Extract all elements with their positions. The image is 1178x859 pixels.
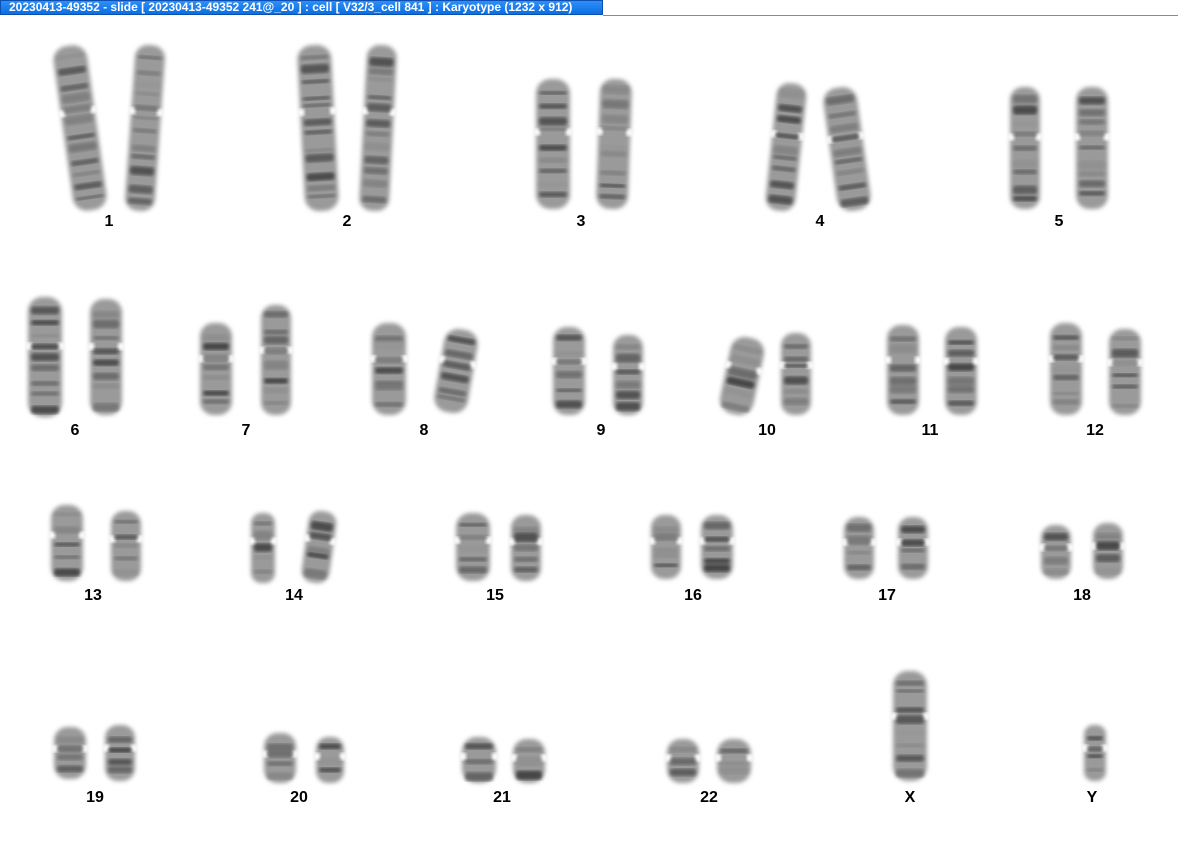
chromosome-label-2: 2 <box>342 213 352 230</box>
window-title: 20230413-49352 - slide [ 20230413-49352 … <box>9 0 573 14</box>
chromosome-4-homolog-1 <box>765 83 807 211</box>
chromosome-8-homolog-1 <box>370 323 408 415</box>
chromosome-5-homolog-2 <box>1074 87 1110 209</box>
chromosome-X-homolog-1 <box>891 671 929 781</box>
chromosome-17-homolog-1 <box>842 517 876 579</box>
chromosome-label-14: 14 <box>285 587 303 604</box>
chromosome-label-7: 7 <box>241 422 251 439</box>
chromosome-19-homolog-2 <box>103 725 137 781</box>
chromosome-20-homolog-2 <box>314 737 346 783</box>
chromosome-label-18: 18 <box>1073 587 1091 604</box>
chromosome-19-homolog-1 <box>52 727 88 779</box>
chromosome-14-homolog-1 <box>249 513 277 583</box>
chromosome-16-homolog-1 <box>649 515 683 579</box>
chromosome-10-homolog-2 <box>779 333 813 415</box>
chromosome-8-homolog-2 <box>434 328 478 414</box>
chromosome-3-homolog-1 <box>534 79 572 209</box>
chromosome-20-homolog-1 <box>262 733 298 783</box>
chromosome-13-homolog-1 <box>49 505 85 581</box>
chromosome-label-4: 4 <box>815 213 825 230</box>
window-title-bar[interactable]: 20230413-49352 - slide [ 20230413-49352 … <box>0 0 603 15</box>
chromosome-5-homolog-1 <box>1008 87 1042 209</box>
chromosome-2-homolog-1 <box>297 44 339 212</box>
chromosome-18-homolog-2 <box>1091 523 1125 579</box>
title-divider <box>603 15 1178 16</box>
chromosome-11-homolog-1 <box>885 325 921 415</box>
chromosome-22-homolog-1 <box>665 739 701 783</box>
chromosome-17-homolog-2 <box>896 517 930 579</box>
chromosome-3-homolog-2 <box>596 78 633 210</box>
chromosome-label-10: 10 <box>758 422 776 439</box>
chromosome-label-19: 19 <box>86 789 104 806</box>
chromosome-16-homolog-2 <box>699 515 735 579</box>
chromosome-11-homolog-2 <box>943 327 979 415</box>
chromosome-21-homolog-2 <box>511 739 547 783</box>
chromosome-6-homolog-1 <box>26 297 64 417</box>
karyotype-panel: 1 2 3 4 5 6 7 8 9 10 11 12 13 14 15 16 1… <box>0 17 1178 854</box>
chromosome-label-X: X <box>904 789 916 806</box>
chromosome-label-20: 20 <box>290 789 308 806</box>
chromosome-10-homolog-1 <box>719 336 765 416</box>
chromosome-7-homolog-1 <box>198 323 234 415</box>
chromosome-9-homolog-1 <box>551 327 587 415</box>
chromosome-label-1: 1 <box>104 213 114 230</box>
chromosome-9-homolog-2 <box>611 335 645 415</box>
chromosome-label-3: 3 <box>576 213 586 230</box>
chromosome-4-homolog-2 <box>823 87 871 211</box>
chromosome-22-homolog-2 <box>715 739 753 783</box>
chromosome-1-homolog-2 <box>125 45 165 211</box>
chromosome-6-homolog-2 <box>88 299 124 415</box>
chromosome-label-5: 5 <box>1054 213 1064 230</box>
chromosome-15-homolog-2 <box>509 515 543 581</box>
chromosome-label-21: 21 <box>493 789 511 806</box>
chromosome-2-homolog-2 <box>359 44 397 212</box>
chromosome-label-16: 16 <box>684 587 702 604</box>
chromosome-label-11: 11 <box>921 422 939 439</box>
chromosome-label-6: 6 <box>70 422 80 439</box>
chromosome-14-homolog-2 <box>301 510 337 584</box>
chromosome-1-homolog-1 <box>53 45 107 211</box>
karyotype-image <box>26 44 1143 783</box>
chromosome-12-homolog-2 <box>1107 329 1143 415</box>
chromosome-7-homolog-2 <box>259 305 293 415</box>
chromosome-label-Y: Y <box>1086 789 1098 806</box>
chromosome-label-12: 12 <box>1086 422 1104 439</box>
chromosome-Y-homolog-1 <box>1082 725 1108 781</box>
chromosome-21-homolog-1 <box>460 737 498 783</box>
chromosome-12-homolog-1 <box>1048 323 1084 415</box>
chromosome-15-homolog-1 <box>454 513 492 581</box>
chromosome-13-homolog-2 <box>109 511 143 581</box>
chromosome-label-9: 9 <box>596 422 606 439</box>
chromosome-label-13: 13 <box>84 587 102 604</box>
chromosome-label-17: 17 <box>878 587 896 604</box>
chromosome-label-15: 15 <box>486 587 504 604</box>
chromosome-label-22: 22 <box>700 789 718 806</box>
chromosome-18-homolog-1 <box>1039 525 1073 579</box>
chromosome-label-8: 8 <box>419 422 429 439</box>
